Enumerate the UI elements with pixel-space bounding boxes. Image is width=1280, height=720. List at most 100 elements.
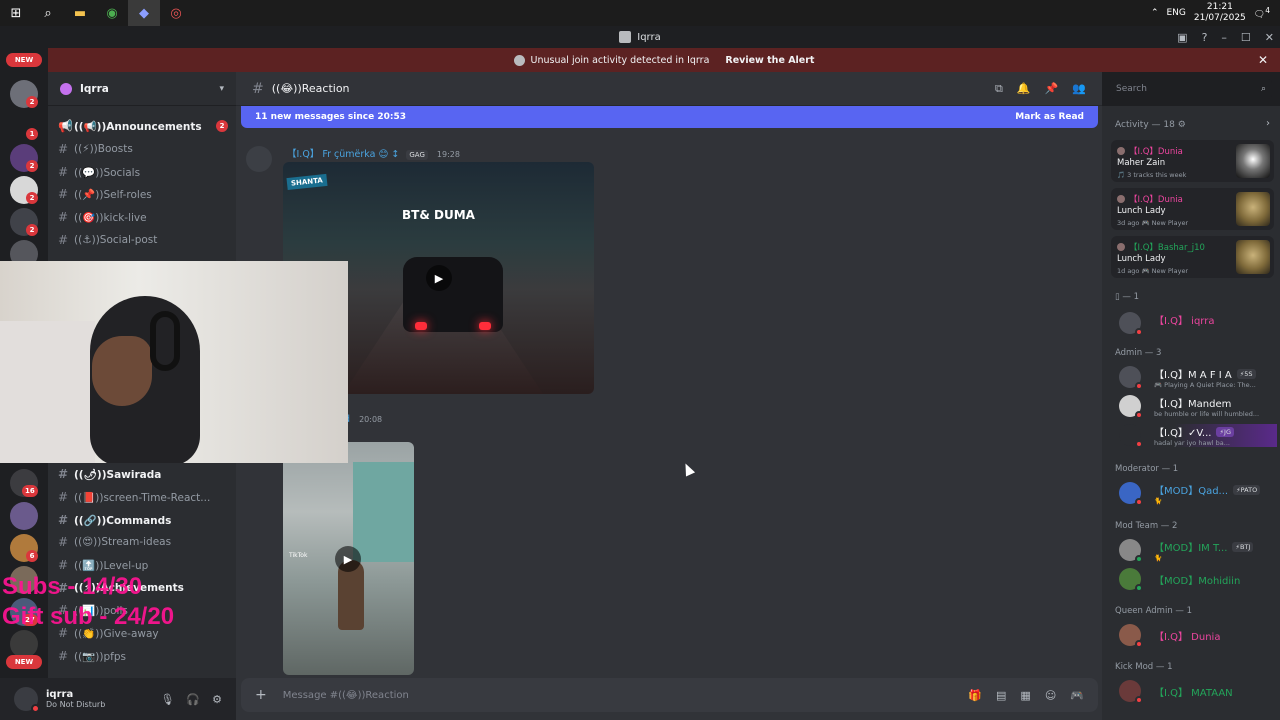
member-item[interactable]: 【I.Q】 iqrra xyxy=(1119,312,1215,336)
bell-icon[interactable]: 🔔 xyxy=(1017,82,1031,96)
discord-icon[interactable]: ◆ xyxy=(128,0,160,26)
sticker-icon[interactable]: ▦ xyxy=(1020,689,1030,702)
member-item[interactable]: 【MOD】Mohidiin xyxy=(1119,568,1240,592)
member-name: 【MOD】IM T... xyxy=(1154,543,1228,554)
mark-as-read-button[interactable]: Mark as Read xyxy=(1015,112,1084,122)
composer-placeholder[interactable]: Message #((😂))Reaction xyxy=(283,690,409,701)
avatar xyxy=(1119,624,1143,648)
search-icon[interactable]: ⌕ xyxy=(1261,84,1266,94)
help-icon[interactable]: ? xyxy=(1202,31,1208,44)
dnd-status-icon xyxy=(1135,328,1143,336)
channel-item[interactable]: # ((💬))Socials xyxy=(58,162,228,182)
play-icon[interactable]: ▶ xyxy=(426,265,452,291)
gif-icon[interactable]: ▤ xyxy=(996,689,1006,702)
inbox-icon[interactable]: ▣ xyxy=(1177,31,1187,44)
video-frame xyxy=(479,322,491,330)
server-icon xyxy=(619,31,632,43)
member-item[interactable]: 【I.Q】M A F I A ⚡5S 🎮 Playing A Quiet Place… xyxy=(1119,366,1264,390)
video-attachment[interactable]: TikTok ▶ xyxy=(283,442,414,675)
activity-thumbnail xyxy=(1236,192,1270,226)
member-text: 【MOD】Qad... ⚡PATO 🐈 xyxy=(1154,482,1264,505)
channel-item[interactable]: # ((📷))pfps xyxy=(58,646,228,666)
channel-item[interactable]: # ((😍))Stream-ideas xyxy=(58,532,228,552)
threads-icon[interactable]: ⧉ xyxy=(995,82,1003,96)
emoji-icon[interactable]: ☺ xyxy=(1045,689,1056,702)
server-header[interactable]: Iqrra ▾ xyxy=(48,72,236,106)
member-item[interactable]: 【I.Q】✓V... ⚡JG hadal yar iyo hawl ba... xyxy=(1119,424,1277,448)
member-item[interactable]: 【I.Q】Mandem be humble or life will humble… xyxy=(1119,395,1264,419)
new-messages-bar[interactable]: 11 new messages since 20:53 Mark as Read xyxy=(241,106,1098,128)
hash-icon: # xyxy=(58,490,69,504)
server-avatar[interactable] xyxy=(10,630,38,658)
pin-icon[interactable]: 📌 xyxy=(1045,82,1059,96)
review-alert-link[interactable]: Review the Alert xyxy=(725,55,814,66)
avatar xyxy=(1119,366,1143,390)
windows-taskbar: ⊞ ⌕ ▬ ◉ ◆ ◎ ⌃ ENG 21:21 21/07/2025 🗨4 xyxy=(0,0,1280,26)
member-item[interactable]: 【MOD】Qad... ⚡PATO 🐈 xyxy=(1119,482,1264,506)
server-avatar[interactable] xyxy=(10,502,38,530)
windows-icon[interactable]: ⊞ xyxy=(0,0,32,26)
member-item[interactable]: 【I.Q】 MATAAN xyxy=(1119,680,1233,704)
activities-icon[interactable]: 🎮 xyxy=(1070,689,1084,702)
message-author[interactable]: 【I.Q】 Fr çümërka 😊 ↕ xyxy=(287,149,399,160)
notification-icon[interactable]: 🗨4 xyxy=(1254,6,1270,20)
gear-icon[interactable]: ⚙ xyxy=(212,693,222,706)
plus-icon[interactable]: + xyxy=(255,687,267,703)
user-name: iqrra xyxy=(46,689,74,700)
microphone-icon[interactable]: 🎙 xyxy=(160,693,174,706)
channel-label: ((📢))Announcements xyxy=(74,120,202,133)
channel-label: ((💬))Socials xyxy=(74,166,141,179)
dnd-status-icon xyxy=(1135,498,1143,506)
member-item[interactable]: 【I.Q】 Dunia xyxy=(1119,624,1221,648)
dnd-status-icon xyxy=(1135,440,1143,448)
close-icon[interactable]: ✕ xyxy=(1258,53,1268,67)
chevron-right-icon[interactable]: › xyxy=(1266,118,1270,129)
channel-item[interactable]: # ((⚓))Social-post xyxy=(58,230,228,250)
member-name-row: 【MOD】IM T... ⚡BTJ xyxy=(1154,539,1264,554)
channel-item[interactable]: # ((📕))screen-Time-React... xyxy=(58,487,228,507)
search-input[interactable]: Search ⌕ xyxy=(1110,79,1272,99)
unread-badge: 2 xyxy=(26,224,38,236)
activity-header[interactable]: Activity — 18 ⚙ xyxy=(1115,120,1186,130)
activity-user: 【I.Q】Dunia xyxy=(1117,193,1183,205)
recorder-icon[interactable]: ◎ xyxy=(160,0,192,26)
chevron-down-icon[interactable]: ▾ xyxy=(219,84,224,94)
member-list: Activity — 18 ⚙ › 【I.Q】Dunia Maher Zain … xyxy=(1102,106,1280,720)
channel-item[interactable]: # ((🌶))Sawirada xyxy=(58,464,228,484)
channel-item[interactable]: # ((🔗))Commands xyxy=(58,510,228,530)
channel-item[interactable]: # ((⚡))Boosts xyxy=(58,139,228,159)
channel-item[interactable]: # ((🎯))kick-live xyxy=(58,207,228,227)
language-indicator[interactable]: ENG xyxy=(1167,8,1186,18)
new-pill[interactable]: NEW xyxy=(6,53,42,67)
user-status: Do Not Disturb xyxy=(46,700,106,709)
message-avatar[interactable] xyxy=(246,146,272,172)
member-text: 【I.Q】 MATAAN xyxy=(1154,680,1233,699)
play-icon[interactable]: ▶ xyxy=(335,546,361,572)
close-window-button[interactable]: ✕ xyxy=(1265,31,1274,44)
gift-icon[interactable]: 🎁 xyxy=(968,689,982,702)
channel-label: ((📷))pfps xyxy=(74,650,126,663)
message-composer[interactable]: + Message #((😂))Reaction 🎁 ▤ ▦ ☺ 🎮 xyxy=(241,678,1098,712)
clock[interactable]: 21:21 21/07/2025 xyxy=(1194,2,1246,24)
chrome-icon[interactable]: ◉ xyxy=(96,0,128,26)
activity-sub: 3d ago 🎮 New Player xyxy=(1117,219,1189,227)
chevron-up-icon[interactable]: ⌃ xyxy=(1151,8,1159,18)
online-status-icon xyxy=(1135,584,1143,592)
members-icon[interactable]: 👥 xyxy=(1072,82,1086,96)
system-tray: ⌃ ENG 21:21 21/07/2025 🗨4 xyxy=(1151,0,1280,26)
avatar[interactable] xyxy=(14,687,40,713)
member-name: 【I.Q】 iqrra xyxy=(1154,316,1215,327)
folder-icon[interactable]: ▬ xyxy=(64,0,96,26)
maximize-button[interactable]: ☐ xyxy=(1241,31,1251,44)
activity-card[interactable]: 【I.Q】Dunia Maher Zain 🎵 3 tracks this we… xyxy=(1111,140,1274,182)
activity-card[interactable]: 【I.Q】Bashar_j10 Lunch Lady 1d ago 🎮 New … xyxy=(1111,236,1274,278)
activity-card[interactable]: 【I.Q】Dunia Lunch Lady 3d ago 🎮 New Playe… xyxy=(1111,188,1274,230)
member-name: 【I.Q】 Dunia xyxy=(1154,632,1221,643)
headphones-icon[interactable]: 🎧 xyxy=(186,693,200,706)
channel-item[interactable]: 📢 ((📢))Announcements 2 xyxy=(58,116,228,136)
minimize-button[interactable]: – xyxy=(1221,31,1227,44)
new-pill[interactable]: NEW xyxy=(6,655,42,669)
member-item[interactable]: 【MOD】IM T... ⚡BTJ 🐈 xyxy=(1119,539,1264,563)
channel-item[interactable]: # ((📌))Self-roles xyxy=(58,184,228,204)
search-icon[interactable]: ⌕ xyxy=(32,0,64,26)
